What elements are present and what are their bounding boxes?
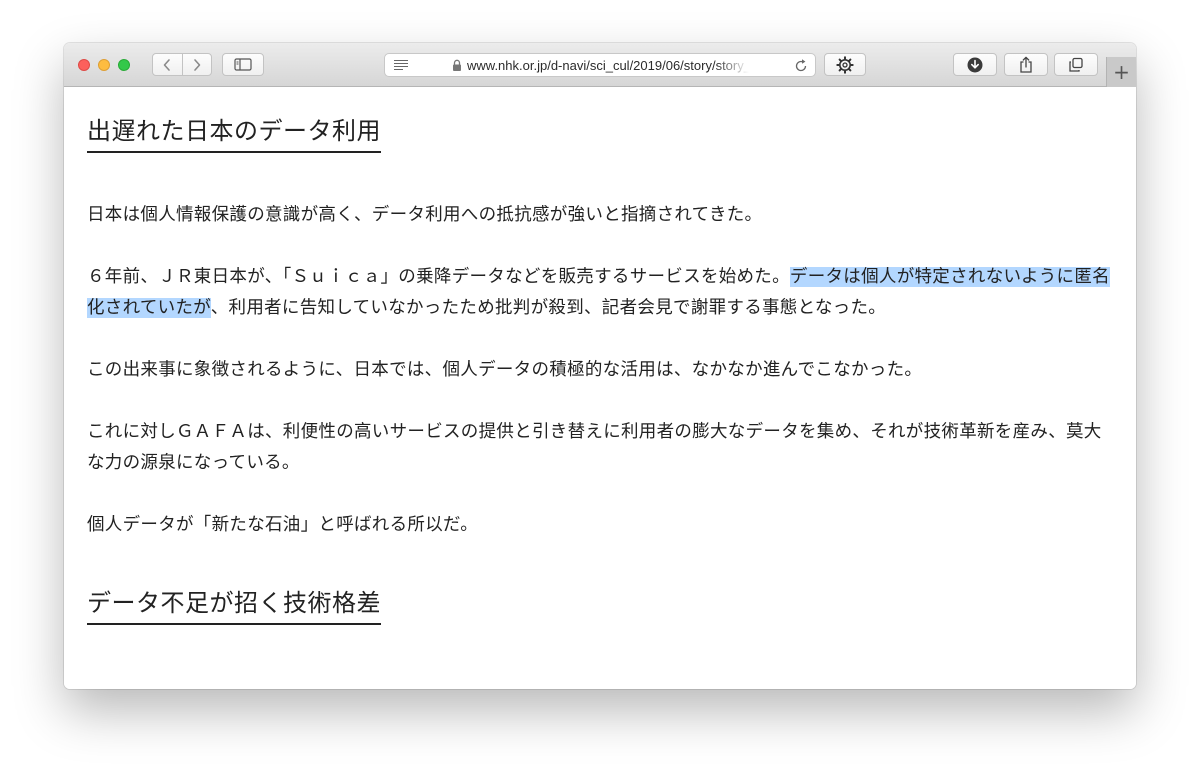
reload-icon[interactable]: [794, 58, 808, 73]
paragraph: ６年前、ＪＲ東日本が、「Ｓｕｉｃａ」の乗降データなどを販売するサービスを始めた。…: [87, 262, 1117, 324]
forward-button[interactable]: [181, 54, 212, 75]
downloads-button[interactable]: [953, 53, 997, 76]
share-icon: [1020, 56, 1032, 73]
tab-overview-button[interactable]: [1054, 53, 1098, 76]
download-icon: [967, 57, 983, 72]
section-heading: 出遅れた日本のデータ利用: [87, 115, 381, 153]
reader-view-icon[interactable]: [393, 59, 409, 71]
back-button[interactable]: [153, 54, 182, 75]
browser-window: www.nhk.or.jp/d-navi/sci_cul/2019/06/sto…: [64, 43, 1136, 689]
paragraph: これに対しＧＡＦＡは、利便性の高いサービスの提供と引き替えに利用者の膨大なデータ…: [87, 422, 1102, 473]
zoom-window-button[interactable]: [118, 59, 130, 71]
minimize-window-button[interactable]: [98, 59, 110, 71]
url-text[interactable]: www.nhk.or.jp/d-navi/sci_cul/2019/06/sto…: [467, 58, 749, 74]
lock-icon: [453, 59, 461, 71]
chevron-right-icon: [193, 58, 201, 71]
share-button[interactable]: [1004, 53, 1048, 76]
paragraph: 個人データが「新たな石油」と呼ばれる所以だ。: [87, 515, 479, 535]
section-heading: データ不足が招く技術格差: [87, 587, 381, 625]
sidebar-button[interactable]: [222, 53, 264, 76]
paragraph-text: 、利用者に告知していなかったため批判が殺到、記者会見で謝罪する事態となった。: [210, 298, 887, 318]
address-bar[interactable]: www.nhk.or.jp/d-navi/sci_cul/2019/06/sto…: [384, 53, 816, 77]
paragraph-text: ６年前、ＪＲ東日本が、「Ｓｕｉｃａ」の乗降データなどを販売するサービスを始めた。: [87, 267, 790, 287]
history-navigation: [152, 53, 212, 76]
new-tab-button[interactable]: +: [1106, 57, 1136, 87]
paragraph: この出来事に象徴されるように、日本では、個人データの積極的な活用は、なかなか進ん…: [87, 360, 923, 380]
close-window-button[interactable]: [78, 59, 90, 71]
extension-button[interactable]: [824, 53, 866, 76]
gear-icon: [836, 55, 854, 74]
toolbar: www.nhk.or.jp/d-navi/sci_cul/2019/06/sto…: [64, 43, 1136, 87]
tabs-icon: [1069, 57, 1083, 72]
chevron-left-icon: [163, 58, 171, 71]
paragraph: 日本は個人情報保護の意識が高く、データ利用への抵抗感が強いと指摘されてきた。: [87, 205, 763, 225]
page-content: 出遅れた日本のデータ利用 日本は個人情報保護の意識が高く、データ利用への抵抗感が…: [64, 87, 1136, 689]
sidebar-icon: [234, 58, 252, 71]
